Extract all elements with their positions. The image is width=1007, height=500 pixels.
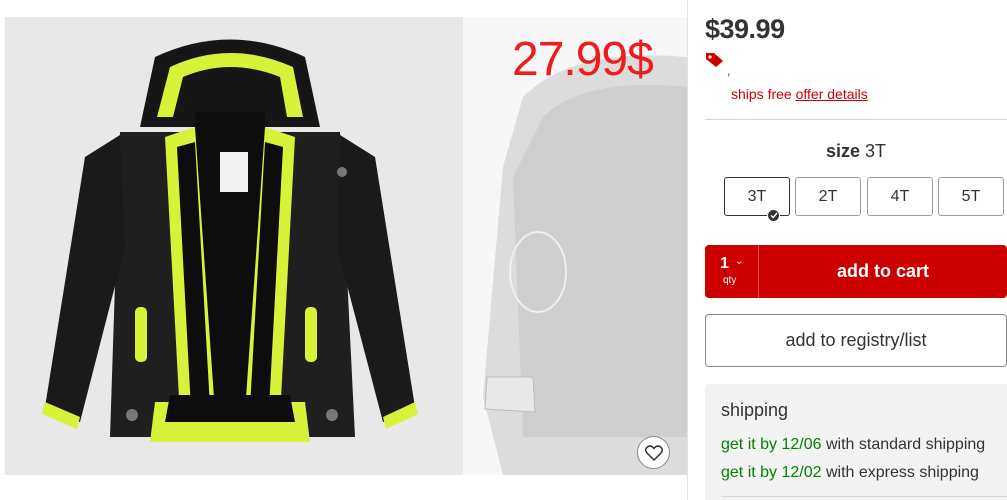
promo-mark: , (727, 64, 731, 78)
size-option-4t[interactable]: 4T (867, 177, 933, 216)
chevron-down-icon: ⌄ (735, 256, 744, 267)
add-to-registry-button[interactable]: add to registry/list (705, 314, 1007, 367)
quantity-value: 1 (720, 255, 729, 272)
size-option-5t[interactable]: 5T (938, 177, 1004, 216)
price-tag-icon (706, 53, 723, 67)
shipping-promo: ships free offer details (731, 86, 868, 102)
size-heading: size 3T (705, 141, 1007, 162)
size-label: size (825, 141, 860, 161)
overlay-price-annotation: 27.99$ (512, 33, 654, 86)
express-delivery-date: get it by 12/02 (721, 464, 822, 481)
registry-button-label: add to registry/list (785, 330, 927, 350)
heart-icon (644, 444, 663, 461)
shipping-title: shipping (721, 400, 789, 420)
jacket-illustration (42, 39, 418, 442)
quantity-label: qty (723, 275, 737, 286)
offer-details-link[interactable]: offer details (796, 86, 868, 102)
size-option-2t[interactable]: 2T (795, 177, 861, 216)
section-divider (705, 119, 1007, 120)
size-selected-value: 3T (865, 141, 887, 161)
shipping-panel: shipping get it by 12/06 with standard s… (705, 384, 1007, 500)
selected-check-icon (767, 209, 780, 222)
main-product-image[interactable] (5, 17, 463, 475)
express-shipping-option: get it by 12/02 with express shipping (721, 464, 979, 482)
standard-delivery-date: get it by 12/06 (721, 436, 822, 453)
add-to-cart-label: add to cart (836, 261, 929, 281)
standard-shipping-option: get it by 12/06 with standard shipping (721, 436, 985, 454)
product-price: $39.99 (705, 14, 785, 44)
ships-free-text: ships free (731, 86, 792, 102)
shipping-divider (721, 496, 1007, 497)
add-to-cart-button[interactable]: 1 ⌄ qty add to cart (705, 245, 1007, 298)
standard-method: with standard shipping (825, 436, 986, 453)
favorite-button[interactable] (637, 436, 670, 469)
size-option-3t[interactable]: 3T (724, 177, 790, 216)
panel-divider (687, 0, 688, 500)
quantity-selector[interactable]: 1 ⌄ qty (705, 245, 759, 298)
express-method: with express shipping (825, 464, 979, 481)
